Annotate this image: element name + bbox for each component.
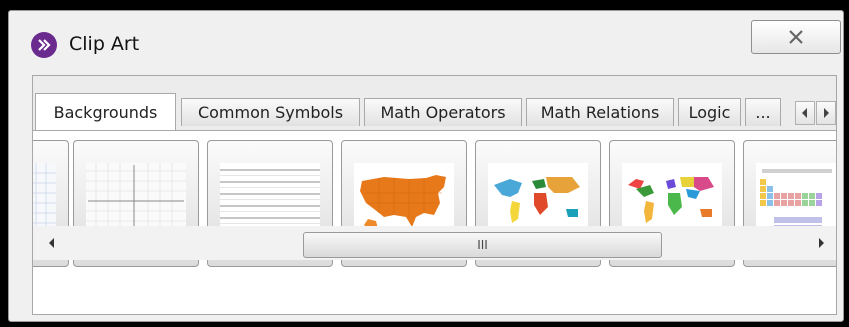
clip-art-window: Clip Art Backgrounds Common Symbols Math… <box>8 10 844 322</box>
tab-scroll-right-button[interactable] <box>816 101 836 125</box>
close-button[interactable] <box>751 20 841 54</box>
tab-math-operators[interactable]: Math Operators <box>364 98 522 126</box>
window-title: Clip Art <box>69 33 140 55</box>
clip-art-panel: Backgrounds Common Symbols Math Operator… <box>32 75 837 315</box>
tab-common-symbols[interactable]: Common Symbols <box>181 98 360 126</box>
scrollbar-thumb[interactable]: III <box>303 232 662 258</box>
close-icon <box>789 30 803 44</box>
tab-more[interactable]: ... <box>745 98 781 126</box>
title-bar: Clip Art <box>9 11 843 71</box>
tab-logic[interactable]: Logic <box>678 98 741 126</box>
tab-scroll-left-button[interactable] <box>795 101 815 125</box>
tab-strip: Backgrounds Common Symbols Math Operator… <box>33 76 836 131</box>
chevron-left-icon <box>802 108 807 118</box>
tab-math-relations[interactable]: Math Relations <box>526 98 674 126</box>
horizontal-scrollbar[interactable]: III <box>33 226 836 260</box>
chevron-right-icon <box>824 108 829 118</box>
scroll-right-button[interactable] <box>813 235 829 251</box>
tab-backgrounds[interactable]: Backgrounds <box>35 93 176 130</box>
arrow-right-icon <box>818 238 824 248</box>
gallery-area <box>33 130 836 314</box>
scroll-left-button[interactable] <box>43 235 59 251</box>
app-logo-icon <box>31 32 57 58</box>
arrow-left-icon <box>48 238 54 248</box>
